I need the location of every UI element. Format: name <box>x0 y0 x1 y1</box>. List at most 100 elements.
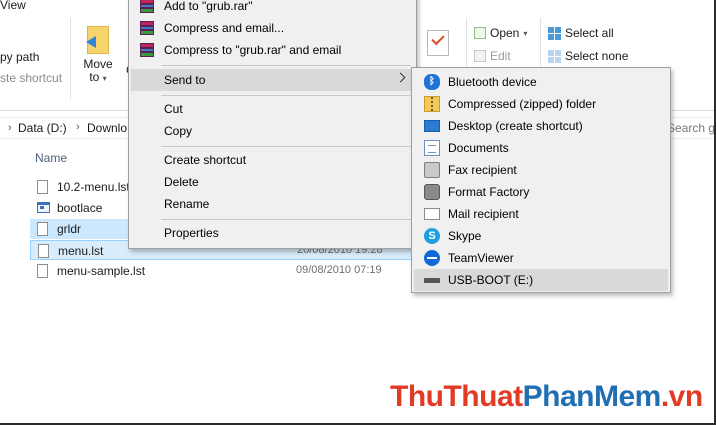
select-all-icon <box>548 26 561 40</box>
bluetooth-icon: ᛒ <box>424 74 440 90</box>
send-to-format-factory[interactable]: Format Factory <box>414 181 668 203</box>
watermark-part-2: PhanMem <box>522 380 662 413</box>
breadcrumb-drive[interactable]: Data (D:) <box>18 121 67 135</box>
menu-item-cut[interactable]: Cut <box>131 98 414 120</box>
send-to-bluetooth[interactable]: ᛒ Bluetooth device <box>414 71 668 93</box>
menu-item-label: Create shortcut <box>164 153 247 167</box>
format-factory-icon <box>424 184 440 200</box>
send-to-submenu: ᛒ Bluetooth device Compressed (zipped) f… <box>411 67 671 293</box>
submenu-item-label: Format Factory <box>448 185 530 199</box>
move-to-button[interactable]: Move to ▾ <box>78 26 118 85</box>
select-all-label: Select all <box>565 26 614 40</box>
menu-item-label: Compress and email... <box>164 21 285 35</box>
submenu-item-label: TeamViewer <box>448 251 514 265</box>
watermark-part-3: .vn <box>660 380 703 413</box>
mail-icon <box>424 208 440 220</box>
menu-item-delete[interactable]: Delete <box>131 171 414 193</box>
send-to-fax[interactable]: Fax recipient <box>414 159 668 181</box>
winrar-icon <box>140 0 154 13</box>
copy-path-button[interactable]: py path <box>0 50 39 64</box>
file-name: grldr <box>57 222 82 236</box>
fax-icon <box>424 162 440 178</box>
submenu-item-label: Documents <box>448 141 509 155</box>
select-none-button[interactable]: Select none <box>548 49 628 63</box>
menu-item-label: Add to "grub.rar" <box>164 0 253 13</box>
send-to-zip[interactable]: Compressed (zipped) folder <box>414 93 668 115</box>
breadcrumb-chevron-icon[interactable]: › <box>76 121 80 133</box>
submenu-item-label: Skype <box>448 229 482 243</box>
submenu-item-label: Desktop (create shortcut) <box>448 119 583 133</box>
file-icon <box>37 264 48 278</box>
file-name: menu.lst <box>58 244 104 258</box>
send-to-desktop[interactable]: Desktop (create shortcut) <box>414 115 668 137</box>
submenu-item-label: Compressed (zipped) folder <box>448 97 597 111</box>
file-name: 10.2-menu.lst <box>57 180 130 194</box>
file-date: 09/08/2010 07:19 <box>296 264 382 276</box>
select-all-button[interactable]: Select all <box>548 26 614 40</box>
zip-folder-icon <box>424 96 440 112</box>
menu-item-properties[interactable]: Properties <box>131 222 414 244</box>
menu-separator <box>161 219 411 220</box>
edit-button[interactable]: Edit <box>474 49 511 63</box>
menu-item-send-to[interactable]: Send to <box>131 69 414 91</box>
file-row[interactable]: menu-sample.lst 09/08/2010 07:19 <box>30 261 414 281</box>
file-icon <box>37 222 48 236</box>
menu-separator <box>161 95 411 96</box>
submenu-item-label: Bluetooth device <box>448 75 537 89</box>
menu-separator <box>161 65 411 66</box>
breadcrumb-folder[interactable]: Downlo <box>87 121 127 135</box>
send-to-usb-boot[interactable]: USB-BOOT (E:) <box>414 269 668 291</box>
menu-item-label: Copy <box>164 124 193 138</box>
move-folder-icon <box>86 26 109 54</box>
menu-item-rename[interactable]: Rename <box>131 193 414 215</box>
app-icon <box>37 202 50 213</box>
menu-item-add-to-archive[interactable]: Add to "grub.rar" <box>131 0 414 17</box>
submenu-item-label: Mail recipient <box>448 207 519 221</box>
search-placeholder: Search gru <box>667 121 716 135</box>
desktop-icon <box>424 120 440 132</box>
menu-item-label: Rename <box>164 197 210 211</box>
menu-item-label: Send to <box>164 73 206 87</box>
send-to-skype[interactable]: S Skype <box>414 225 668 247</box>
edit-label: Edit <box>490 49 511 63</box>
file-name: bootlace <box>57 201 103 215</box>
paste-shortcut-button[interactable]: ste shortcut <box>0 71 62 85</box>
chevron-down-icon: ▾ <box>523 28 528 38</box>
menu-item-label: Cut <box>164 102 183 116</box>
breadcrumb-chevron-icon[interactable]: › <box>8 122 12 134</box>
skype-icon: S <box>424 228 440 244</box>
properties-check-icon[interactable] <box>427 30 449 56</box>
submenu-item-label: USB-BOOT (E:) <box>448 273 534 287</box>
ribbon-divider <box>70 18 71 100</box>
winrar-icon <box>140 21 154 35</box>
open-icon <box>474 27 486 39</box>
winrar-icon <box>140 43 154 57</box>
search-input[interactable]: Search gru <box>664 118 716 140</box>
send-to-mail[interactable]: Mail recipient <box>414 203 668 225</box>
send-to-documents[interactable]: Documents <box>414 137 668 159</box>
file-name: menu-sample.lst <box>57 264 146 278</box>
select-none-icon <box>548 49 561 63</box>
open-label: Open <box>490 26 520 40</box>
menu-separator <box>161 146 411 147</box>
move-to-label-2: to ▾ <box>89 70 107 84</box>
documents-icon <box>424 140 440 156</box>
select-none-label: Select none <box>565 49 629 63</box>
open-button[interactable]: Open ▾ <box>474 26 527 40</box>
chevron-right-icon <box>395 72 406 83</box>
send-to-teamviewer[interactable]: TeamViewer <box>414 247 668 269</box>
menu-item-compress-email[interactable]: Compress and email... <box>131 17 414 39</box>
ribbon-tab-view[interactable]: View <box>0 0 26 12</box>
submenu-item-label: Fax recipient <box>448 163 517 177</box>
file-icon <box>38 244 49 258</box>
column-header-name[interactable]: Name <box>35 151 67 165</box>
usb-drive-icon <box>424 278 440 283</box>
edit-icon <box>474 50 486 62</box>
menu-item-compress-to-email[interactable]: Compress to "grub.rar" and email <box>131 39 414 61</box>
teamviewer-icon <box>424 250 440 266</box>
menu-item-label: Properties <box>164 226 219 240</box>
menu-item-copy[interactable]: Copy <box>131 120 414 142</box>
menu-item-create-shortcut[interactable]: Create shortcut <box>131 149 414 171</box>
menu-item-label: Delete <box>164 175 199 189</box>
file-icon <box>37 180 48 194</box>
